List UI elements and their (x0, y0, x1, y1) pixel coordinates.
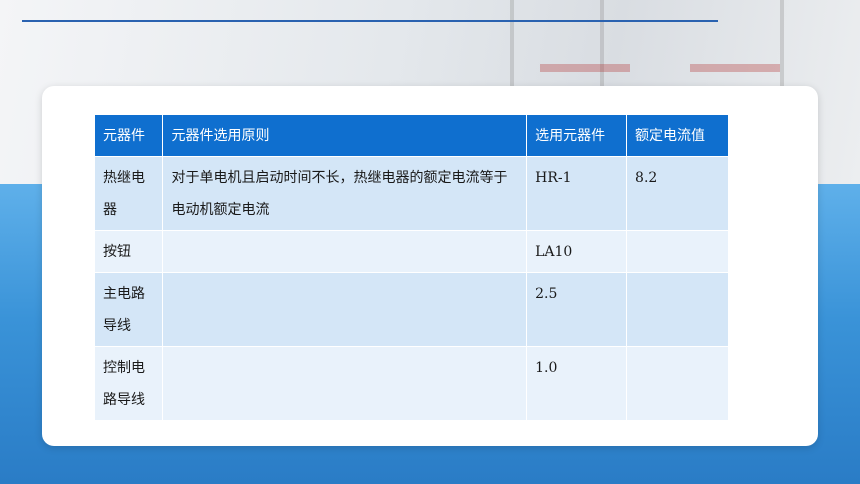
table-cell (162, 346, 528, 421)
table-cell (626, 346, 729, 421)
background-decoration (540, 64, 630, 72)
table-cell: 控制电路导线 (95, 346, 164, 421)
component-selection-table: 元器件 元器件选用原则 选用元器件 额定电流值 热继电器 对于单电机且启动时间不… (95, 115, 729, 421)
table-cell: 对于单电机且启动时间不长，热继电器的额定电流等于电动机额定电流 (162, 156, 528, 231)
table-cell: LA10 (526, 230, 628, 273)
table-row: 热继电器 对于单电机且启动时间不长，热继电器的额定电流等于电动机额定电流 HR-… (95, 156, 729, 231)
table-cell: HR-1 (526, 156, 628, 231)
table-cell: 热继电器 (95, 156, 164, 231)
table-cell (626, 272, 729, 347)
table-row: 按钮 LA10 (95, 230, 729, 273)
header-cell: 元器件选用原则 (162, 115, 528, 157)
table-header-row: 元器件 元器件选用原则 选用元器件 额定电流值 (95, 115, 729, 157)
table-cell (162, 272, 528, 347)
table-cell (626, 230, 729, 273)
table-cell: 2.5 (526, 272, 628, 347)
table-cell: 8.2 (626, 156, 729, 231)
table-cell: 1.0 (526, 346, 628, 421)
header-cell: 额定电流值 (626, 115, 729, 157)
table-row: 控制电路导线 1.0 (95, 346, 729, 421)
table-cell (162, 230, 528, 273)
header-cell: 元器件 (95, 115, 164, 157)
table-cell: 主电路导线 (95, 272, 164, 347)
title-underline (22, 20, 718, 22)
header-cell: 选用元器件 (526, 115, 628, 157)
table-cell: 按钮 (95, 230, 164, 273)
background-decoration (690, 64, 780, 72)
background-decoration (510, 0, 514, 100)
table-row: 主电路导线 2.5 (95, 272, 729, 347)
